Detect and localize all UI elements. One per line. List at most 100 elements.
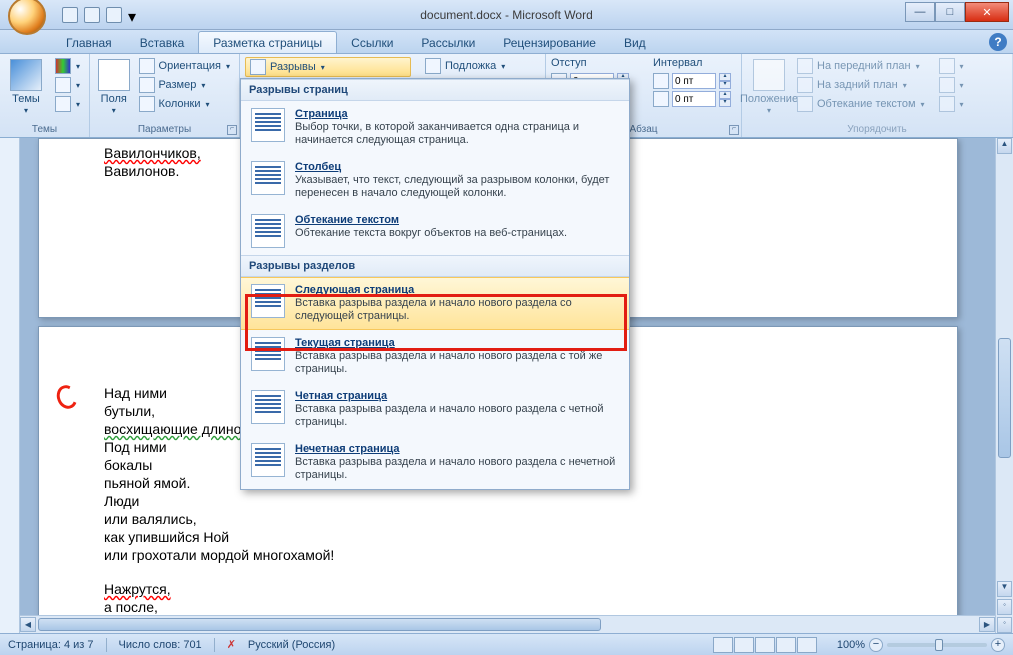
status-language[interactable]: Русский (Россия)	[248, 639, 335, 651]
gallery-item-continuous[interactable]: Текущая страницаВставка разрыва раздела …	[241, 330, 629, 383]
prev-page-button[interactable]: ◦	[997, 599, 1012, 615]
spacing-before-field[interactable]	[672, 73, 716, 89]
status-page[interactable]: Страница: 4 из 7	[8, 639, 94, 651]
orientation-label: Ориентация	[159, 60, 221, 72]
tab-mailings[interactable]: Рассылки	[407, 32, 489, 53]
view-full-screen[interactable]	[734, 637, 754, 653]
even-page-section-icon	[251, 390, 285, 424]
gallery-item-column[interactable]: СтолбецУказывает, что текст, следующий з…	[241, 154, 629, 207]
vertical-ruler[interactable]	[0, 138, 20, 633]
spacing-after-icon	[653, 91, 669, 107]
theme-effects[interactable]: ▾	[51, 95, 84, 113]
view-draft[interactable]	[797, 637, 817, 653]
spacing-before[interactable]: ▴▾	[653, 73, 731, 89]
text-wrap-button: Обтекание текстом▾	[793, 95, 929, 113]
office-button[interactable]	[8, 0, 46, 35]
textwrap-break-icon	[251, 214, 285, 248]
gallery-item-odd-page[interactable]: Нечетная страницаВставка разрыва раздела…	[241, 436, 629, 489]
qat-customize[interactable]: ▾	[128, 7, 138, 23]
status-words[interactable]: Число слов: 701	[119, 639, 202, 651]
watermark-button[interactable]: Подложка▾	[421, 57, 540, 75]
next-page-button[interactable]: ◦	[997, 617, 1012, 633]
spacing-after[interactable]: ▴▾	[653, 91, 731, 107]
qat-save[interactable]	[62, 7, 78, 23]
minimize-button[interactable]: —	[905, 2, 935, 22]
view-print-layout[interactable]	[713, 637, 733, 653]
horizontal-scrollbar[interactable]: ◀ ▶	[20, 615, 995, 633]
columns-button[interactable]: Колонки▾	[135, 95, 234, 113]
group-themes-label: Темы	[5, 124, 84, 137]
group-arrange-label: Упорядочить	[747, 124, 1007, 137]
scroll-down-button[interactable]: ▼	[997, 581, 1012, 597]
gallery-item-next-page[interactable]: Следующая страницаВставка разрыва раздел…	[241, 277, 629, 330]
columns-icon	[139, 96, 155, 112]
margins-button[interactable]: Поля ▾	[95, 57, 133, 117]
tab-insert[interactable]: Вставка	[126, 32, 199, 53]
zoom-slider-knob[interactable]	[935, 639, 943, 651]
margins-icon	[98, 59, 130, 91]
breaks-button[interactable]: Разрывы▾	[245, 57, 411, 77]
gallery-item-even-page[interactable]: Четная страницаВставка разрыва раздела и…	[241, 383, 629, 436]
watermark-icon	[425, 58, 441, 74]
tab-page-layout[interactable]: Разметка страницы	[198, 31, 337, 53]
orientation-button[interactable]: Ориентация▾	[135, 57, 234, 75]
scroll-right-button[interactable]: ▶	[979, 617, 995, 632]
page-break-icon	[251, 108, 285, 142]
gallery-item-desc: Указывает, что текст, следующий за разры…	[295, 174, 619, 200]
gallery-item-page[interactable]: СтраницаВыбор точки, в которой заканчива…	[241, 101, 629, 154]
scroll-thumb[interactable]	[998, 338, 1011, 458]
theme-fonts[interactable]: ▾	[51, 76, 84, 94]
watermark-label: Подложка	[445, 60, 496, 72]
vertical-scrollbar[interactable]: ▲ ▼ ◦ ◦	[995, 138, 1013, 633]
zoom-out-button[interactable]: −	[869, 638, 883, 652]
view-web-layout[interactable]	[755, 637, 775, 653]
spacing-before-icon	[653, 73, 669, 89]
gallery-item-desc: Вставка разрыва раздела и начало нового …	[295, 297, 619, 323]
qat-undo[interactable]	[84, 7, 100, 23]
theme-colors[interactable]: ▾	[51, 57, 84, 75]
tab-home[interactable]: Главная	[52, 32, 126, 53]
zoom-slider[interactable]	[887, 643, 987, 647]
status-proofing-icon[interactable]: ✗	[227, 638, 236, 651]
gallery-item-title: Обтекание текстом	[295, 214, 619, 226]
gallery-item-title: Нечетная страница	[295, 443, 619, 455]
zoom-level[interactable]: 100%	[837, 639, 865, 651]
maximize-button[interactable]: □	[935, 2, 965, 22]
scroll-left-button[interactable]: ◀	[20, 617, 36, 632]
size-button[interactable]: Размер▾	[135, 76, 234, 94]
orientation-icon	[139, 58, 155, 74]
scroll-up-button[interactable]: ▲	[997, 138, 1012, 154]
continuous-section-icon	[251, 337, 285, 371]
qat-redo[interactable]	[106, 7, 122, 23]
gallery-item-desc: Вставка разрыва раздела и начало нового …	[295, 456, 619, 482]
column-break-icon	[251, 161, 285, 195]
themes-button[interactable]: Темы ▾	[5, 57, 47, 117]
close-button[interactable]: ✕	[965, 2, 1009, 22]
paragraph-launcher[interactable]: ⌐	[729, 125, 739, 135]
gallery-item-text-wrap[interactable]: Обтекание текстомОбтекание текста вокруг…	[241, 207, 629, 255]
help-icon[interactable]: ?	[989, 33, 1007, 51]
window-title: document.docx - Microsoft Word	[420, 8, 593, 22]
view-outline[interactable]	[776, 637, 796, 653]
zoom-in-button[interactable]: +	[991, 638, 1005, 652]
gallery-header-page-breaks: Разрывы страниц	[241, 79, 629, 101]
spacing-after-field[interactable]	[672, 91, 716, 107]
size-icon	[139, 77, 155, 93]
view-buttons	[713, 637, 817, 653]
zoom-control: 100% − +	[837, 638, 1005, 652]
status-separator	[214, 638, 215, 652]
tab-references[interactable]: Ссылки	[337, 32, 407, 53]
page-setup-launcher[interactable]: ⌐	[227, 125, 237, 135]
group-page-setup-label: Параметры	[95, 124, 234, 137]
tab-view[interactable]: Вид	[610, 32, 660, 53]
tab-review[interactable]: Рецензирование	[489, 32, 610, 53]
gallery-item-title: Текущая страница	[295, 337, 619, 349]
window-buttons: — □ ✕	[905, 2, 1009, 22]
bring-front-button: На передний план▾	[793, 57, 929, 75]
gallery-item-desc: Выбор точки, в которой заканчивается одн…	[295, 121, 619, 147]
quick-access-toolbar: ▾	[62, 7, 138, 23]
odd-page-section-icon	[251, 443, 285, 477]
status-bar: Страница: 4 из 7 Число слов: 701 ✗ Русск…	[0, 633, 1013, 655]
gallery-item-desc: Вставка разрыва раздела и начало нового …	[295, 350, 619, 376]
hscroll-thumb[interactable]	[38, 618, 601, 631]
